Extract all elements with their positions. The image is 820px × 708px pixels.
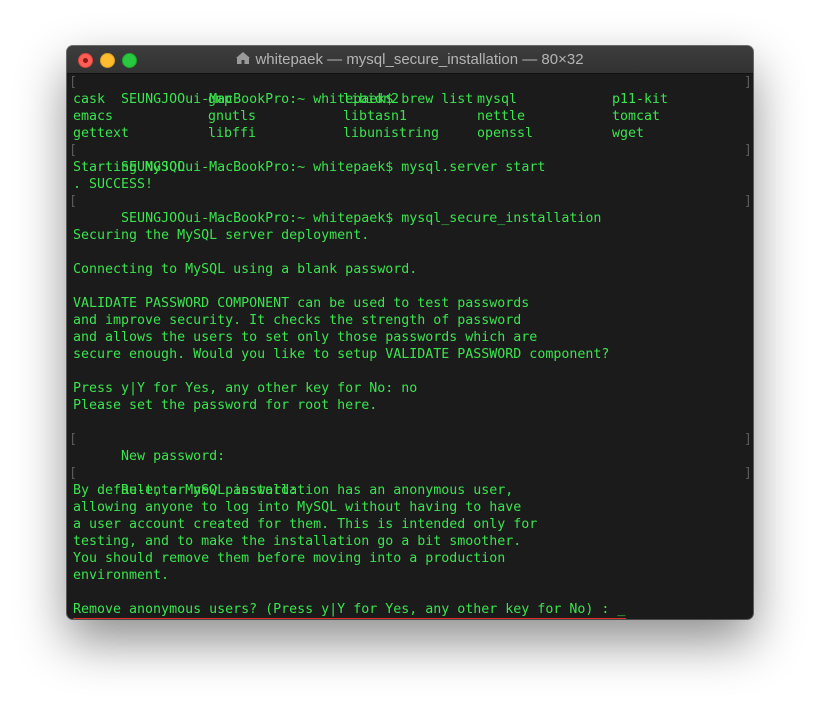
output-line: Starting MySQL bbox=[73, 160, 186, 175]
title-bar[interactable]: whitepaek — mysql_secure_installation — … bbox=[67, 46, 753, 74]
package-name: gmp bbox=[208, 92, 233, 107]
output-line: and improve security. It checks the stre… bbox=[73, 313, 522, 328]
brew-list-row: gettext libffi libunistring openssl wget bbox=[73, 125, 753, 142]
prompt-line: [SEUNGJOOui-MacBookPro:~ whitepaek$ mysq… bbox=[69, 143, 752, 175]
package-name: nettle bbox=[477, 109, 526, 124]
output-line: allowing anyone to log into MySQL withou… bbox=[73, 500, 522, 515]
package-name: emacs bbox=[73, 109, 114, 124]
window-title-container: whitepaek — mysql_secure_installation — … bbox=[67, 51, 753, 68]
package-name: wget bbox=[612, 126, 645, 141]
output-line: Securing the MySQL server deployment. bbox=[73, 228, 370, 243]
password-prompt-line: [Re-enter new password:] bbox=[69, 466, 752, 498]
home-folder-icon bbox=[236, 52, 251, 64]
password-prompt-line: [New password:] bbox=[69, 432, 752, 464]
terminal-window: whitepaek — mysql_secure_installation — … bbox=[67, 46, 753, 619]
output-line: VALIDATE PASSWORD COMPONENT can be used … bbox=[73, 296, 530, 311]
output-line: Connecting to MySQL using a blank passwo… bbox=[73, 262, 418, 277]
remove-anonymous-prompt[interactable]: Remove anonymous users? (Press y|Y for Y… bbox=[73, 601, 753, 618]
output-line: environment. bbox=[73, 568, 170, 583]
output-line: . SUCCESS! bbox=[73, 177, 154, 192]
package-name: libffi bbox=[208, 126, 257, 141]
output-line: By default, a MySQL installation has an … bbox=[73, 483, 514, 498]
package-name: cask bbox=[73, 92, 106, 107]
package-name: gnutls bbox=[208, 109, 257, 124]
prompt-line: [SEUNGJOOui-MacBookPro:~ whitepaek$ mysq… bbox=[69, 194, 752, 226]
window-title: whitepaek — mysql_secure_installation — … bbox=[255, 51, 584, 68]
output-line: Please set the password for root here. bbox=[73, 398, 378, 413]
package-name: openssl bbox=[477, 126, 534, 141]
package-name: p11-kit bbox=[612, 92, 669, 107]
output-line: and allows the users to set only those p… bbox=[73, 330, 538, 345]
command-text: SEUNGJOOui-MacBookPro:~ whitepaek$ mysql… bbox=[121, 211, 602, 226]
output-line: a user account created for them. This is… bbox=[73, 517, 538, 532]
output-line: testing, and to make the installation go… bbox=[73, 534, 522, 549]
package-name: tomcat bbox=[612, 109, 661, 124]
prompt-line: [SEUNGJOOui-MacBookPro:~ whitepaek$ brew… bbox=[69, 75, 752, 107]
terminal-output[interactable]: [SEUNGJOOui-MacBookPro:~ whitepaek$ brew… bbox=[67, 74, 753, 619]
highlight-underline bbox=[73, 618, 626, 619]
package-name: mysql bbox=[477, 92, 518, 107]
brew-list-row: emacs gnutls libtasn1 nettle tomcat bbox=[73, 108, 753, 125]
brew-list-row: cask gmp libidn2 mysql p11-kit bbox=[73, 91, 753, 108]
package-name: gettext bbox=[73, 126, 130, 141]
package-name: libidn2 bbox=[343, 92, 400, 107]
output-line: You should remove them before moving int… bbox=[73, 551, 506, 566]
password-prompt: New password: bbox=[121, 449, 226, 464]
package-name: libtasn1 bbox=[343, 109, 408, 124]
output-line: Press y|Y for Yes, any other key for No:… bbox=[73, 381, 418, 396]
package-name: libunistring bbox=[343, 126, 440, 141]
output-line: secure enough. Would you like to setup V… bbox=[73, 347, 610, 362]
